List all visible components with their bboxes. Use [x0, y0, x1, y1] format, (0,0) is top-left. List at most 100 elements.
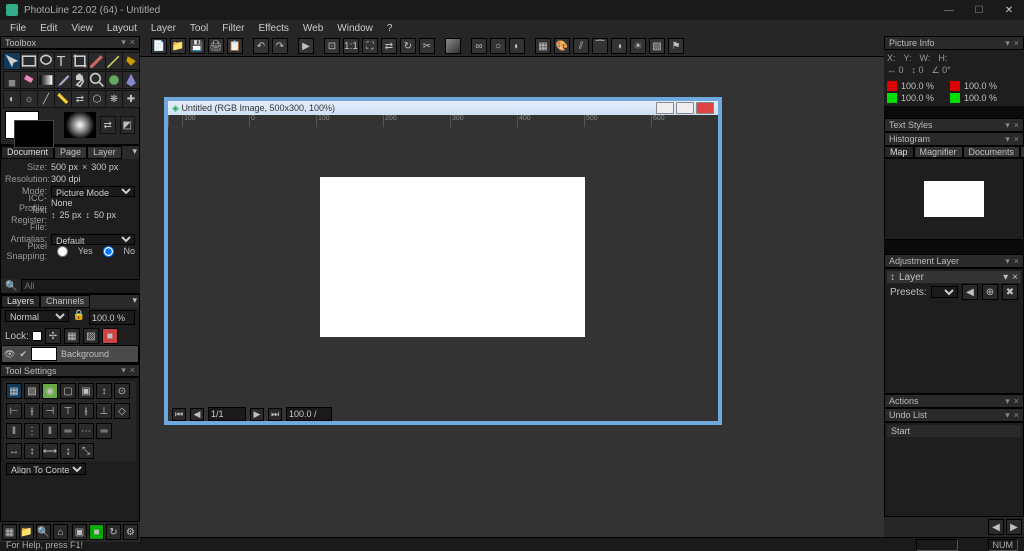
tool-heal[interactable]: ✚ — [122, 90, 140, 108]
undo-next-button[interactable]: ▶ — [1006, 519, 1022, 535]
dist-c[interactable]: ⋮ — [24, 423, 40, 439]
lock-all-toggle[interactable] — [32, 331, 42, 341]
tool-rect[interactable] — [20, 52, 38, 70]
tool-bucket[interactable] — [122, 52, 140, 70]
tb-layer[interactable]: ▦ — [535, 38, 551, 54]
tb-play[interactable]: ▶ — [298, 38, 314, 54]
tool-eraser[interactable] — [20, 71, 38, 89]
tab-map[interactable]: Map — [884, 146, 914, 158]
tb-crop2[interactable]: ✂ — [419, 38, 435, 54]
tool-dodge[interactable]: ☼ — [20, 90, 38, 108]
space-h[interactable]: ↔ — [6, 443, 22, 459]
space-v[interactable]: ↕ — [24, 443, 40, 459]
bottom-btn-1[interactable]: ▦ — [2, 524, 17, 540]
ts-btn-6[interactable]: ↕ — [96, 383, 112, 399]
sizew[interactable]: ⟷ — [42, 443, 58, 459]
tb-hue[interactable]: ◑ — [611, 38, 627, 54]
snap-no-radio[interactable] — [97, 246, 120, 257]
tb-color[interactable]: 🎨 — [554, 38, 570, 54]
tab-documents[interactable]: Documents — [963, 146, 1021, 158]
page-prev-button[interactable]: ◀ — [190, 408, 204, 421]
tool-mirror[interactable]: ⇄ — [71, 90, 89, 108]
tool-node[interactable]: ⬡ — [88, 90, 106, 108]
doc-close-button[interactable] — [696, 102, 714, 114]
tool-eyedropper[interactable] — [54, 71, 72, 89]
tb-flip[interactable]: ⇄ — [381, 38, 397, 54]
antialias-select[interactable]: Default — [51, 234, 135, 245]
tab-page[interactable]: Page — [54, 146, 87, 159]
menu-filter[interactable]: Filter — [216, 22, 250, 35]
tb-print[interactable]: 🖨 — [208, 38, 224, 54]
tb-extra-1[interactable]: ▧ — [649, 38, 665, 54]
zoom-input[interactable] — [286, 407, 332, 421]
dist-r[interactable]: ‖ — [42, 423, 58, 439]
page-last-button[interactable]: ⏭ — [268, 408, 282, 421]
align-extra[interactable]: ◇ — [114, 403, 130, 419]
menu-help[interactable]: ? — [381, 22, 399, 35]
align-vcenter[interactable]: ⫲ — [78, 403, 94, 419]
dist-m[interactable]: ⋯ — [78, 423, 94, 439]
tool-pointer[interactable] — [3, 52, 21, 70]
preset-add-button[interactable]: ⊕ — [982, 284, 998, 300]
bottom-btn-8[interactable]: ⚙ — [123, 524, 138, 540]
dist-b[interactable]: ═ — [96, 423, 112, 439]
panel-menu-icon[interactable]: ▾ — [132, 146, 137, 156]
tb-fit[interactable]: ⊡ — [324, 38, 340, 54]
page-input[interactable] — [208, 407, 246, 421]
histogram-header[interactable]: Histogram▾× — [884, 132, 1024, 146]
presets-select[interactable] — [931, 286, 958, 298]
sizewh[interactable]: ⤡ — [78, 443, 94, 459]
tool-spray[interactable]: ❋ — [105, 90, 123, 108]
swap-colors-icon[interactable]: ⇄ — [100, 116, 116, 134]
tb-levels[interactable]: ⫽ — [573, 38, 589, 54]
lock-alpha-toggle[interactable]: ▨ — [83, 328, 99, 344]
snap-yes-radio[interactable] — [51, 246, 74, 257]
bottom-btn-2[interactable]: 📁 — [19, 524, 34, 540]
tb-redo[interactable]: ↷ — [272, 38, 288, 54]
dist-t[interactable]: ═ — [60, 423, 76, 439]
lock-delete-toggle[interactable]: ■ — [102, 328, 118, 344]
ts-btn-5[interactable]: ▣ — [78, 383, 94, 399]
tool-crop[interactable] — [71, 52, 89, 70]
tb-mode1[interactable]: ∞ — [471, 38, 487, 54]
tool-pencil[interactable] — [105, 52, 123, 70]
undo-prev-button[interactable]: ◀ — [988, 519, 1004, 535]
align-hcenter[interactable]: ⫲ — [24, 403, 40, 419]
adj-close-icon[interactable]: × — [1012, 272, 1018, 283]
menu-effects[interactable]: Effects — [253, 22, 295, 35]
blend-mode-select[interactable]: Normal — [5, 310, 69, 322]
menu-edit[interactable]: Edit — [34, 22, 63, 35]
menu-file[interactable]: File — [4, 22, 32, 35]
page-next-button[interactable]: ▶ — [250, 408, 264, 421]
lock-pixels-toggle[interactable]: ▦ — [64, 328, 80, 344]
undo-entry-start[interactable]: Start — [887, 425, 1021, 437]
panel-collapse-icon[interactable]: ▾ — [121, 37, 126, 48]
tb-new[interactable]: 📄 — [151, 38, 167, 54]
tool-text[interactable]: T — [54, 52, 72, 70]
tb-rotate[interactable]: ↻ — [400, 38, 416, 54]
preset-prev-button[interactable]: ◀ — [962, 284, 978, 300]
dist-l[interactable]: ‖ — [6, 423, 22, 439]
window-minimize-button[interactable]: — — [934, 0, 964, 20]
menu-layer[interactable]: Layer — [145, 22, 182, 35]
panel-close-icon[interactable]: × — [130, 37, 135, 48]
lock-pos-toggle[interactable]: ✢ — [45, 328, 61, 344]
menu-view[interactable]: View — [65, 22, 99, 35]
bottom-btn-6[interactable]: ■ — [89, 524, 104, 540]
canvas[interactable] — [320, 177, 585, 337]
menu-web[interactable]: Web — [297, 22, 329, 35]
lock-icon[interactable]: 🔒 — [73, 310, 85, 325]
ts-btn-4[interactable]: ▢ — [60, 383, 76, 399]
default-colors-icon[interactable]: ◩ — [120, 116, 136, 134]
panel-menu-icon[interactable]: ▾ — [132, 295, 137, 305]
tool-lasso[interactable] — [37, 52, 55, 70]
doc-minimize-button[interactable] — [656, 102, 674, 114]
visibility-icon[interactable]: 👁 — [4, 349, 15, 360]
tb-copy[interactable]: 📋 — [227, 38, 243, 54]
opacity-input[interactable] — [89, 310, 135, 325]
tool-stamp[interactable] — [3, 71, 21, 89]
canvas-stage[interactable] — [180, 127, 718, 407]
tb-extra-2[interactable]: ⚑ — [668, 38, 684, 54]
align-bottom[interactable]: ⊥ — [96, 403, 112, 419]
search-icon[interactable]: 🔍 — [5, 281, 17, 292]
